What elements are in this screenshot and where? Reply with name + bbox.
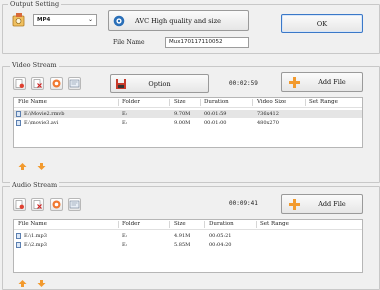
audio-total-duration: 00:09:41	[229, 200, 258, 207]
audio-row[interactable]: E:\2.mp3 E: 5.85M 00:04:20	[14, 241, 362, 249]
audio-row-folder: E:	[122, 242, 128, 248]
add-video-button[interactable]	[13, 77, 26, 90]
video-row-name: E:\movie3.avi	[24, 120, 59, 126]
ok-button[interactable]: OK	[281, 14, 363, 33]
audio-col-size[interactable]: Size	[174, 220, 186, 229]
info-icon	[69, 200, 80, 209]
video-file-icon	[16, 120, 21, 126]
audio-col-set-range[interactable]: Set Range	[260, 220, 289, 229]
add-icon	[15, 79, 24, 88]
option-label: Option	[148, 79, 171, 88]
audio-row-name: E:\1.mp3	[24, 233, 47, 239]
video-total-duration: 00:02:59	[229, 80, 258, 87]
video-row-name: E:\Movie2.rmvb	[24, 111, 65, 117]
video-col-file-name[interactable]: File Name	[18, 98, 47, 107]
add-audio-button[interactable]	[13, 198, 26, 211]
output-setting-title: Output Setting	[8, 0, 62, 8]
clear-icon	[52, 79, 61, 88]
clear-audio-button[interactable]	[50, 198, 63, 211]
video-col-video-size[interactable]: Video Size	[257, 98, 286, 107]
video-row-size: 9.70M	[174, 111, 191, 117]
video-row-duration: 00:01:00	[204, 120, 227, 126]
video-list-header: File Name Folder Size Duration Video Siz…	[14, 98, 362, 108]
video-row-video-size: 480x270	[257, 120, 279, 126]
video-file-list[interactable]: File Name Folder Size Duration Video Siz…	[13, 97, 363, 148]
video-row[interactable]: E:\Movie2.rmvb E: 9.70M 00:01:59 736x412	[14, 110, 362, 118]
remove-icon	[33, 79, 42, 88]
video-row-video-size: 736x412	[257, 111, 279, 117]
video-row-size: 9.00M	[174, 120, 191, 126]
audio-row-size: 4.91M	[174, 233, 191, 239]
audio-row-name: E:\2.mp3	[24, 242, 47, 248]
clear-video-button[interactable]	[50, 77, 63, 90]
add-icon	[15, 200, 24, 209]
move-up-icon[interactable]	[18, 162, 27, 171]
info-audio-button[interactable]	[68, 198, 81, 211]
audio-row-duration: 00:04:20	[209, 242, 232, 248]
video-stream-title: Video Stream	[10, 61, 59, 69]
plus-icon	[288, 198, 301, 211]
format-select[interactable]: MP4 ⌄	[33, 14, 97, 26]
format-select-value: MP4	[37, 17, 51, 23]
audio-col-folder[interactable]: Folder	[122, 220, 140, 229]
audio-col-file-name[interactable]: File Name	[18, 220, 47, 229]
remove-icon	[33, 200, 42, 209]
audio-add-file-button[interactable]: Add File	[281, 194, 363, 214]
video-row-folder: E:	[122, 111, 128, 117]
remove-audio-button[interactable]	[31, 198, 44, 211]
audio-row-folder: E:	[122, 233, 128, 239]
video-row-duration: 00:01:59	[204, 111, 227, 117]
video-row[interactable]: E:\movie3.avi E: 9.00M 00:01:00 480x270	[14, 119, 362, 127]
format-icon	[12, 12, 26, 28]
audio-row-duration: 00:05:21	[209, 233, 232, 239]
audio-row[interactable]: E:\1.mp3 E: 4.91M 00:05:21	[14, 232, 362, 240]
file-name-input[interactable]: Mux170117110052	[165, 37, 249, 48]
remove-video-button[interactable]	[31, 77, 44, 90]
video-file-icon	[16, 111, 21, 117]
video-col-duration[interactable]: Duration	[204, 98, 229, 107]
option-icon	[115, 78, 127, 90]
video-row-folder: E:	[122, 120, 128, 126]
video-add-file-label: Add File	[318, 78, 346, 86]
option-button[interactable]: Option	[110, 74, 209, 93]
move-down-icon[interactable]	[37, 162, 46, 171]
move-up-icon[interactable]	[18, 279, 27, 288]
file-name-label: File Name	[113, 39, 145, 46]
quality-button[interactable]: AVC High quality and size	[108, 10, 249, 31]
audio-row-size: 5.85M	[174, 242, 191, 248]
file-name-value: Mux170117110052	[169, 39, 223, 45]
move-down-icon[interactable]	[37, 279, 46, 288]
audio-stream-title: Audio Stream	[10, 181, 60, 189]
audio-add-file-label: Add File	[318, 200, 346, 208]
audio-col-duration[interactable]: Duration	[209, 220, 234, 229]
video-col-folder[interactable]: Folder	[122, 98, 140, 107]
chevron-down-icon: ⌄	[87, 16, 93, 23]
quality-label: AVC High quality and size	[135, 16, 221, 25]
audio-file-icon	[16, 242, 21, 248]
audio-file-list[interactable]: File Name Folder Size Duration Set Range…	[13, 219, 363, 273]
video-col-size[interactable]: Size	[174, 98, 186, 107]
clear-icon	[52, 200, 61, 209]
audio-file-icon	[16, 233, 21, 239]
info-icon	[69, 79, 80, 88]
ok-label: OK	[316, 19, 328, 28]
quality-icon	[113, 15, 125, 27]
video-col-set-range[interactable]: Set Range	[309, 98, 338, 107]
audio-list-header: File Name Folder Size Duration Set Range	[14, 220, 362, 230]
info-video-button[interactable]	[68, 77, 81, 90]
plus-icon	[288, 76, 301, 89]
video-add-file-button[interactable]: Add File	[281, 72, 363, 92]
